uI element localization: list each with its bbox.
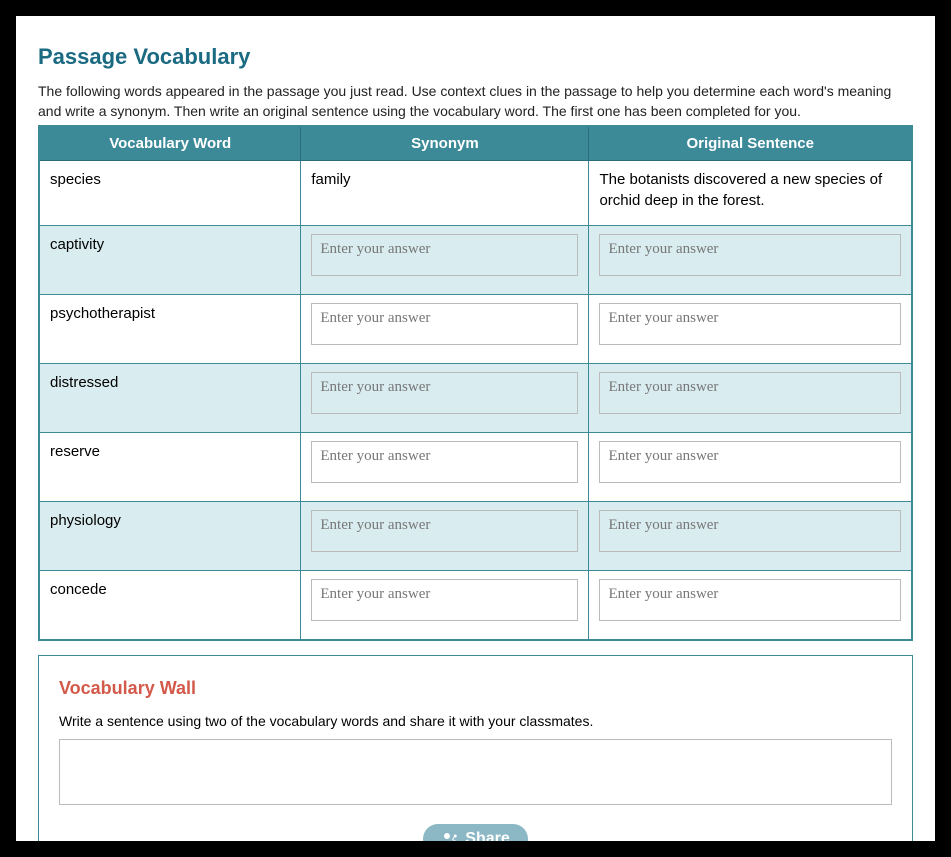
vocab-tbody: species family The botanists discovered … — [39, 161, 912, 641]
header-vocab-word: Vocabulary Word — [39, 126, 301, 161]
sentence-text: The botanists discovered a new species o… — [599, 171, 882, 209]
share-button[interactable]: Share — [423, 824, 527, 854]
table-row: species family The botanists discovered … — [39, 161, 912, 226]
vocabulary-table: Vocabulary Word Synonym Original Sentenc… — [38, 125, 913, 641]
table-row: captivity — [39, 226, 912, 295]
vocab-word: concede — [50, 581, 107, 598]
table-row: physiology — [39, 502, 912, 571]
vocab-word: distressed — [50, 374, 118, 391]
table-row: concede — [39, 571, 912, 641]
synonym-input[interactable] — [311, 303, 578, 345]
sentence-input[interactable] — [599, 303, 901, 345]
content-area: Passage Vocabulary The following words a… — [16, 16, 935, 857]
vocab-word: psychotherapist — [50, 305, 155, 322]
synonym-text: family — [311, 171, 350, 188]
people-share-icon — [441, 831, 459, 847]
vocab-word: physiology — [50, 512, 121, 529]
table-row: distressed — [39, 364, 912, 433]
header-synonym: Synonym — [301, 126, 589, 161]
header-original-sentence: Original Sentence — [589, 126, 912, 161]
share-row: Share — [59, 810, 892, 857]
sentence-input[interactable] — [599, 579, 901, 621]
synonym-input[interactable] — [311, 441, 578, 483]
instructions-text: The following words appeared in the pass… — [38, 82, 913, 121]
table-row: reserve — [39, 433, 912, 502]
synonym-input[interactable] — [311, 372, 578, 414]
wall-title: Vocabulary Wall — [59, 678, 892, 699]
synonym-input[interactable] — [311, 579, 578, 621]
vocab-word: species — [50, 171, 101, 188]
share-label: Share — [465, 830, 509, 848]
page-title: Passage Vocabulary — [38, 44, 913, 70]
vocabulary-wall-card: Vocabulary Wall Write a sentence using t… — [38, 655, 913, 857]
sentence-input[interactable] — [599, 441, 901, 483]
wall-instructions: Write a sentence using two of the vocabu… — [59, 713, 892, 729]
table-row: psychotherapist — [39, 295, 912, 364]
synonym-input[interactable] — [311, 510, 578, 552]
sentence-input[interactable] — [599, 510, 901, 552]
wall-textarea[interactable] — [59, 739, 892, 805]
vocab-word: captivity — [50, 236, 104, 253]
synonym-input[interactable] — [311, 234, 578, 276]
sentence-input[interactable] — [599, 372, 901, 414]
sentence-input[interactable] — [599, 234, 901, 276]
vocab-word: reserve — [50, 443, 100, 460]
app-frame: Passage Vocabulary The following words a… — [0, 0, 951, 857]
